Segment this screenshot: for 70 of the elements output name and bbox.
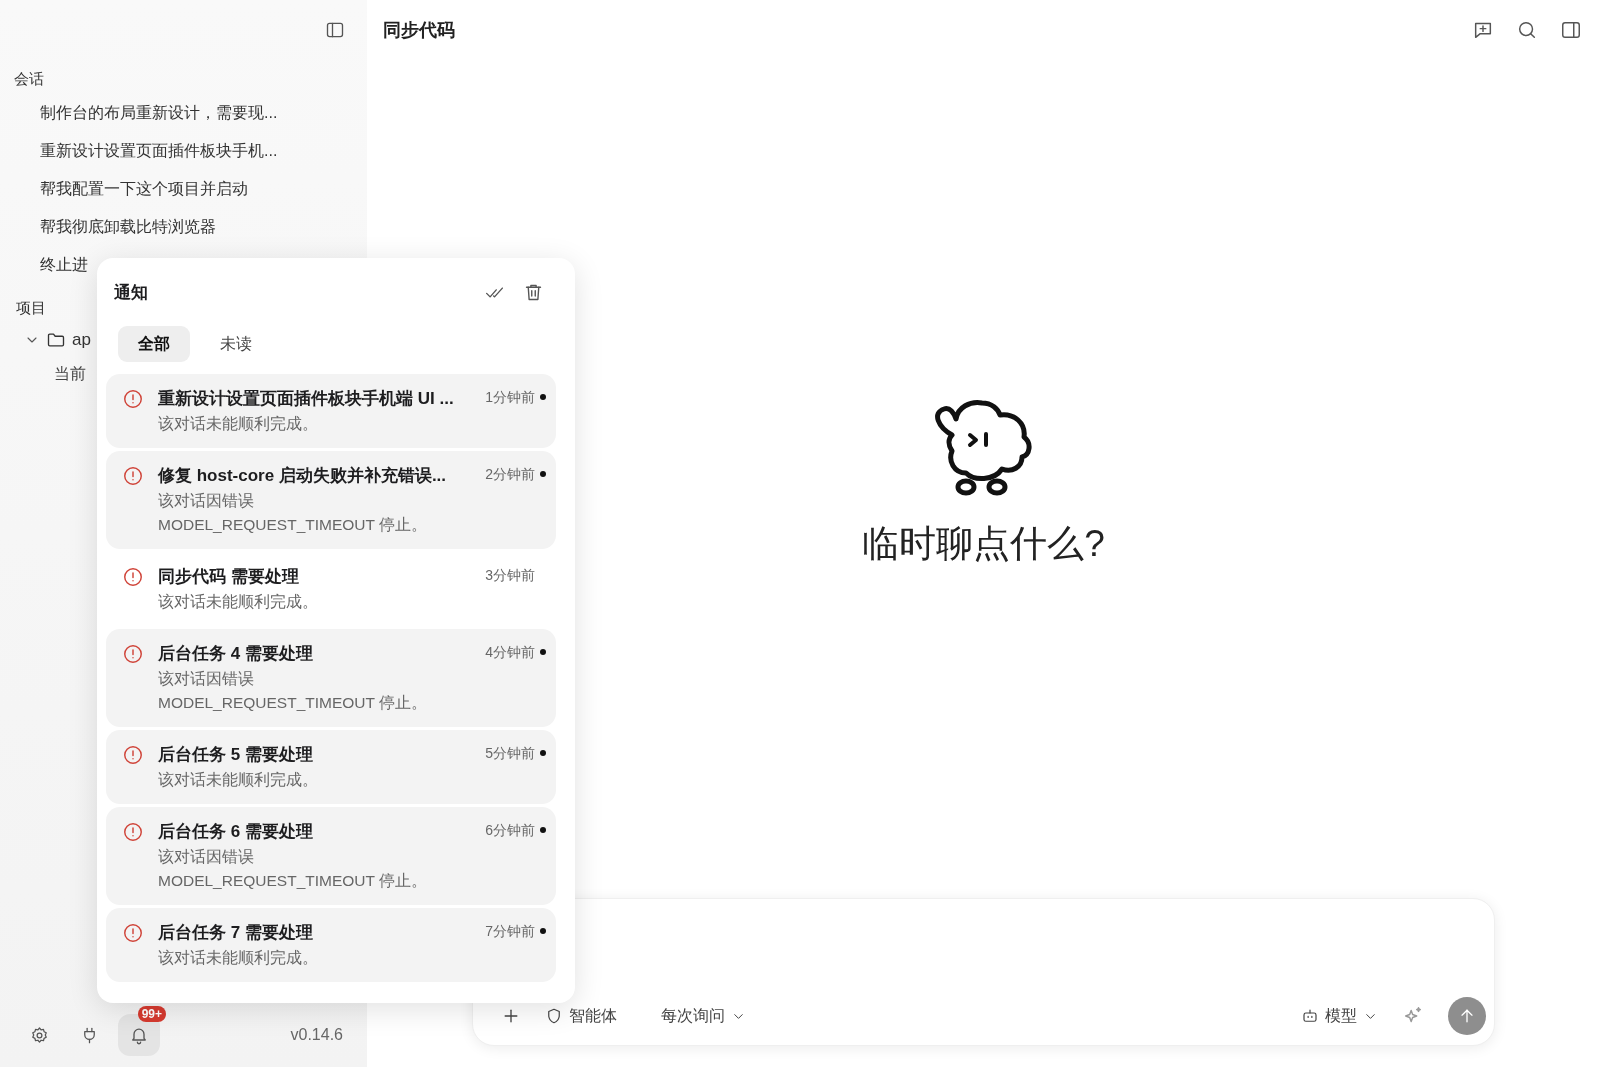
notification-message: 该对话因错误 MODEL_REQUEST_TIMEOUT 停止。 (158, 491, 429, 535)
model-dropdown[interactable]: 模型 (1293, 999, 1386, 1033)
search-button[interactable] (1516, 19, 1538, 41)
notification-message: 该对话因错误 MODEL_REQUEST_TIMEOUT 停止。 (158, 847, 429, 891)
notification-time: 7分钟前 (485, 922, 535, 941)
alert-icon (122, 388, 144, 410)
notification-title: 后台任务 6 需要处理 (158, 821, 313, 843)
unread-dot (540, 394, 546, 400)
version-label: v0.14.6 (290, 1026, 343, 1044)
empty-state-prompt: 临时聊点什么? (862, 522, 1105, 566)
notification-title: 后台任务 7 需要处理 (158, 922, 313, 944)
notification-message: 该对话未能顺利完成。 (158, 592, 319, 612)
agent-button[interactable]: 智能体 (537, 999, 625, 1033)
conversation-item[interactable]: 帮我配置一下这个项目并启动 (0, 171, 248, 209)
unread-dot (540, 827, 546, 833)
alert-icon (122, 821, 144, 843)
approval-dropdown[interactable]: 每次询问 (653, 999, 754, 1033)
notification-card[interactable]: 重新设计设置页面插件板块手机端 UI ... 1分钟前 该对话未能顺利完成。 (106, 374, 556, 448)
alert-icon (122, 922, 144, 944)
notification-card[interactable]: 后台任务 4 需要处理 4分钟前 该对话因错误 MODEL_REQUEST_TIMEOUT 停止。 (106, 629, 556, 727)
project-item[interactable]: ap (72, 330, 91, 350)
section-title: 项目 (15, 298, 47, 318)
notification-title: 同步代码 需要处理 (158, 566, 299, 588)
unread-dot (540, 471, 546, 477)
settings-icon (29, 1025, 49, 1045)
notification-time: 5分钟前 (485, 744, 535, 763)
unread-dot (540, 649, 546, 655)
project-child-item[interactable]: 当前 (0, 356, 86, 393)
alert-icon (122, 465, 144, 487)
notification-message: 该对话未能顺利完成。 (158, 770, 319, 790)
notification-card[interactable]: 后台任务 6 需要处理 6分钟前 该对话因错误 MODEL_REQUEST_TIMEOUT 停止。 (106, 807, 556, 905)
conversation-item[interactable]: 重新设计设置页面插件板块手机... (0, 133, 278, 171)
filter-tab[interactable]: 未读 (200, 326, 272, 362)
notification-title: 重新设计设置页面插件板块手机端 UI ... (158, 388, 454, 410)
notification-time: 1分钟前 (485, 388, 535, 407)
notification-card[interactable]: 修复 host-core 启动失败并补充错误... 2分钟前 该对话因错误 MODEL_REQUEST_TIMEOUT 停止。 (106, 451, 556, 549)
notification-time: 2分钟前 (485, 465, 535, 484)
notification-title: 后台任务 5 需要处理 (158, 744, 313, 766)
notification-time: 4分钟前 (485, 643, 535, 662)
conversation-item[interactable]: 制作台的布局重新设计，需要现... (0, 95, 278, 133)
search-icon (1516, 19, 1538, 41)
sidebar-toggle-icon[interactable] (325, 20, 345, 40)
notification-card[interactable]: 同步代码 需要处理 3分钟前 该对话未能顺利完成。 (106, 552, 556, 626)
notification-message: 该对话因错误 MODEL_REQUEST_TIMEOUT 停止。 (158, 669, 429, 713)
robot-icon (1301, 1007, 1319, 1025)
notification-card[interactable]: 后台任务 5 需要处理 5分钟前 该对话未能顺利完成。 (106, 730, 556, 804)
send-button[interactable] (1448, 997, 1486, 1035)
section-title: 会话 (13, 69, 45, 89)
notification-message: 该对话未能顺利完成。 (158, 414, 319, 434)
notification-card[interactable]: 后台任务 7 需要处理 7分钟前 该对话未能顺利完成。 (106, 908, 556, 982)
notification-time: 6分钟前 (485, 821, 535, 840)
panel-icon (1560, 19, 1582, 41)
panel-title: 通知 (114, 281, 148, 304)
shield-icon (545, 1007, 563, 1025)
notification-title: 修复 host-core 启动失败并补充错误... (158, 465, 447, 487)
notification-message: 该对话未能顺利完成。 (158, 948, 319, 968)
unread-dot (540, 928, 546, 934)
notification-time: 3分钟前 (485, 566, 535, 585)
panel-icon (325, 20, 345, 40)
notification-badge: 99+ (137, 1006, 166, 1022)
alert-icon (122, 643, 144, 665)
alert-icon (122, 566, 144, 588)
conversation-item[interactable]: 帮我彻底卸载比特浏览器 (0, 209, 216, 247)
alert-icon (122, 744, 144, 766)
filter-tab[interactable]: 全部 (118, 326, 190, 362)
conversation-title: 同步代码 (383, 19, 455, 42)
panel-toggle-button[interactable] (1560, 19, 1582, 41)
conversation-item[interactable]: 终止进 (0, 247, 88, 285)
unread-dot (540, 750, 546, 756)
notification-title: 后台任务 4 需要处理 (158, 643, 313, 665)
